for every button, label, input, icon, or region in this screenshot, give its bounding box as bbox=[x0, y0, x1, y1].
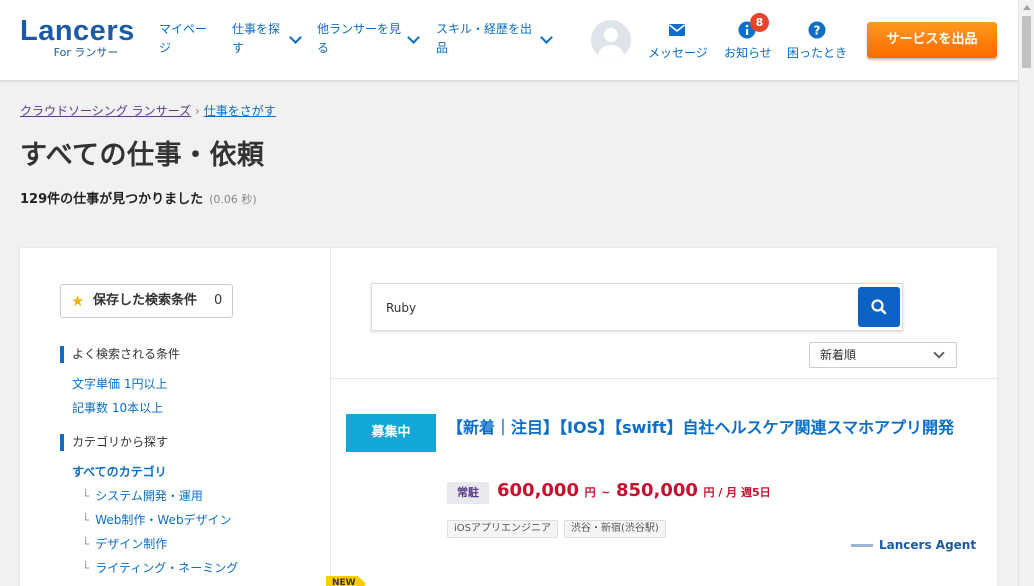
price-unit: 円 bbox=[584, 486, 596, 499]
nav-find-lancers[interactable]: 他ランサーを見 る bbox=[317, 20, 411, 58]
search-icon bbox=[871, 299, 887, 315]
page-title: すべての仕事・依頼 bbox=[20, 140, 265, 171]
breadcrumb-separator-icon: › bbox=[194, 104, 200, 118]
filter-sidebar: ★ 保存した検索条件 0 よく検索される条件 文字単価 1円以上 記事数 10本… bbox=[20, 248, 331, 586]
price-period: 円 / 月 週5日 bbox=[703, 486, 771, 499]
divider bbox=[331, 378, 997, 379]
price-high: 850,000 bbox=[615, 480, 698, 501]
agent-logo: Lancers Agent bbox=[851, 538, 976, 552]
popular-link-char-rate[interactable]: 文字単価 1円以上 bbox=[72, 375, 167, 392]
search-box bbox=[371, 283, 903, 331]
sort-selected-value: 新着順 bbox=[820, 348, 857, 362]
price-tilde: ~ bbox=[601, 486, 611, 499]
sort-select[interactable]: 新着順 bbox=[809, 342, 957, 368]
breadcrumb: クラウドソーシング ランサーズ › 仕事をさがす bbox=[20, 102, 276, 119]
nav-skills[interactable]: スキル・経歴を出 品 bbox=[436, 20, 540, 58]
job-tag: iOSアプリエンジニア bbox=[447, 520, 558, 538]
saved-search-count: 0 bbox=[214, 293, 223, 308]
result-count: 129件の仕事が見つかりました bbox=[20, 192, 204, 207]
agent-logo-mark-icon bbox=[851, 544, 873, 547]
avatar-head-shape bbox=[604, 28, 618, 42]
job-price: 600,000 円 ~ 850,000 円 / 月 週5日 bbox=[497, 480, 771, 501]
nav-mypage[interactable]: マイペー ジ bbox=[159, 20, 219, 58]
page-scrollbar[interactable] bbox=[1018, 0, 1034, 586]
popular-conditions-heading: よく検索される条件 bbox=[60, 346, 180, 363]
tree-branch-icon: └ bbox=[82, 561, 90, 575]
notification-badge: 8 bbox=[750, 13, 769, 32]
site-header: Lancers For ランサー マイペー ジ 仕事を探 す 他ランサーを見 る… bbox=[0, 0, 1018, 80]
search-panel: ★ 保存した検索条件 0 よく検索される条件 文字単価 1円以上 記事数 10本… bbox=[20, 248, 997, 586]
svg-text:?: ? bbox=[814, 24, 821, 38]
popular-link-article-count[interactable]: 記事数 10本以上 bbox=[72, 399, 163, 416]
search-button[interactable] bbox=[858, 287, 900, 327]
logo-text: Lancers bbox=[20, 15, 135, 47]
help-label[interactable]: 困ったとき bbox=[787, 44, 847, 61]
messages-label[interactable]: メッセージ bbox=[648, 44, 708, 61]
category-label: システム開発・運用 bbox=[95, 489, 203, 503]
job-title-link[interactable]: 【新着｜注目】【IOS】【swift】自社ヘルスケア関連スマホアプリ開発 bbox=[447, 414, 977, 441]
job-tag: 渋谷・新宿(渋谷駅) bbox=[564, 520, 666, 538]
help-icon[interactable]: ? bbox=[808, 21, 826, 39]
sell-service-button[interactable]: サービスを出品 bbox=[867, 22, 997, 58]
job-tags: iOSアプリエンジニア 渋谷・新宿(渋谷駅) bbox=[447, 516, 672, 538]
category-writing[interactable]: └ ライティング・ネーミング bbox=[82, 559, 238, 576]
tree-branch-icon: └ bbox=[82, 489, 90, 503]
saved-search-label: 保存した検索条件 bbox=[93, 293, 198, 308]
chevron-down-icon bbox=[933, 347, 945, 359]
breadcrumb-home-link[interactable]: クラウドソーシング ランサーズ bbox=[20, 104, 191, 118]
scroll-thumb[interactable] bbox=[1022, 16, 1031, 68]
category-label: Web制作・Webデザイン bbox=[95, 513, 232, 527]
search-input[interactable] bbox=[386, 296, 846, 320]
status-badge: 募集中 bbox=[346, 414, 436, 452]
results-area: 新着順 募集中 【新着｜注目】【IOS】【swift】自社ヘルスケア関連スマホア… bbox=[331, 248, 997, 586]
employment-type-badge: 常駐 bbox=[447, 482, 489, 504]
result-time: (0.06 秒) bbox=[209, 193, 257, 206]
category-design[interactable]: └ デザイン制作 bbox=[82, 535, 167, 552]
notifications-label[interactable]: お知らせ bbox=[724, 44, 772, 61]
breadcrumb-find-jobs-link[interactable]: 仕事をさがす bbox=[204, 104, 276, 118]
scroll-up-arrow-icon[interactable] bbox=[1023, 5, 1031, 10]
category-system-dev[interactable]: └ システム開発・運用 bbox=[82, 487, 203, 504]
result-summary: 129件の仕事が見つかりました (0.06 秒) bbox=[20, 188, 257, 207]
chevron-down-icon[interactable] bbox=[540, 31, 553, 44]
saved-search-button[interactable]: ★ 保存した検索条件 0 bbox=[60, 284, 233, 318]
tree-branch-icon: └ bbox=[82, 537, 90, 551]
price-low: 600,000 bbox=[497, 480, 579, 501]
avatar[interactable] bbox=[591, 20, 631, 60]
logo-subtext: For ランサー bbox=[53, 46, 119, 59]
category-web[interactable]: └ Web制作・Webデザイン bbox=[82, 511, 232, 528]
mail-icon[interactable] bbox=[668, 21, 686, 39]
category-heading: カテゴリから探す bbox=[60, 434, 168, 451]
lancers-logo[interactable]: Lancers For ランサー bbox=[20, 16, 142, 60]
category-label: デザイン制作 bbox=[95, 537, 168, 551]
category-label: ライティング・ネーミング bbox=[95, 561, 239, 575]
all-categories-link[interactable]: すべてのカテゴリ bbox=[72, 463, 167, 480]
star-icon: ★ bbox=[71, 292, 85, 310]
tree-branch-icon: └ bbox=[82, 513, 90, 527]
avatar-body-shape bbox=[598, 45, 624, 60]
nav-find-jobs[interactable]: 仕事を探 す bbox=[232, 20, 292, 58]
agent-name: Lancers Agent bbox=[879, 538, 977, 552]
